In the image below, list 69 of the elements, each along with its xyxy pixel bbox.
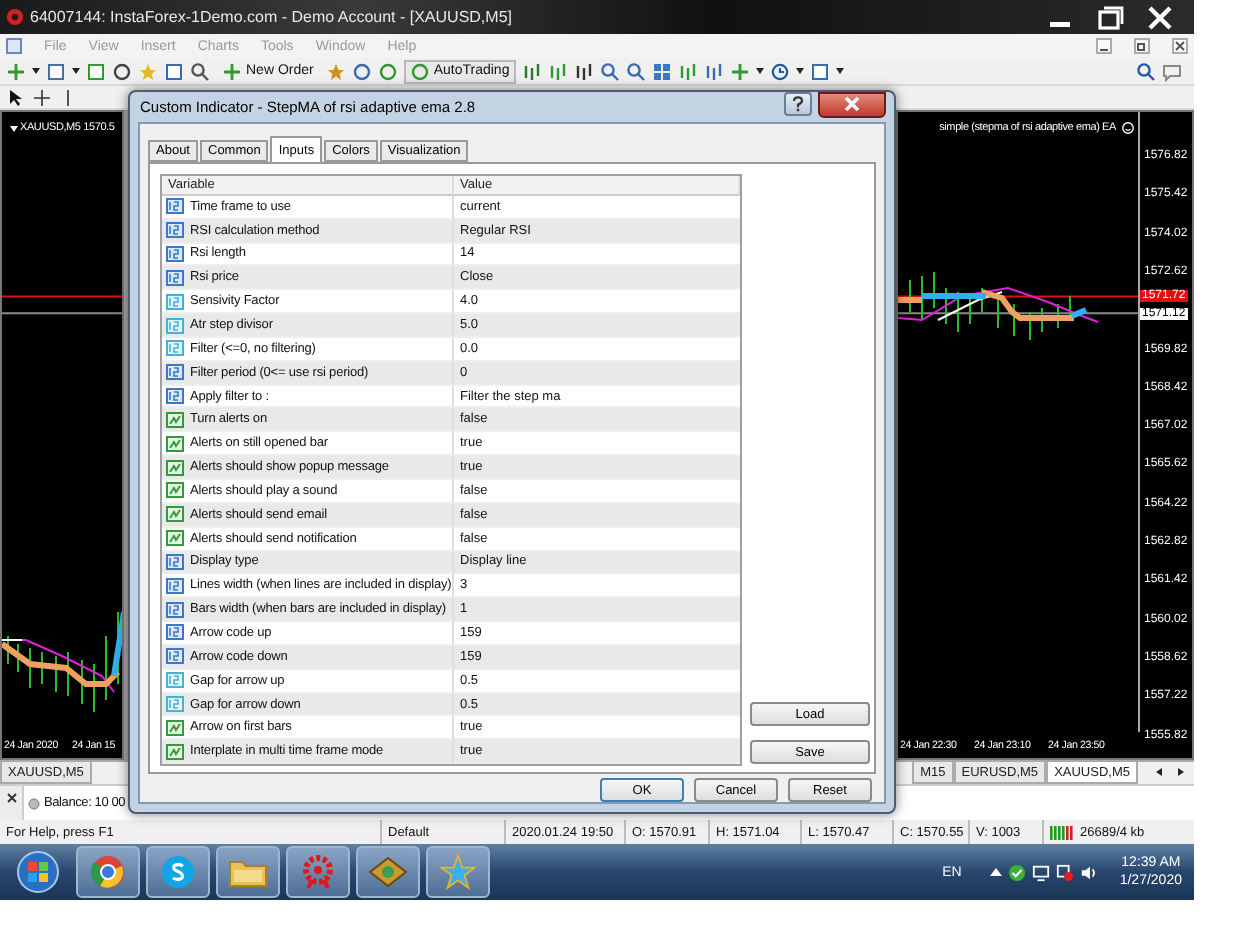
smiley-icon <box>1122 122 1134 134</box>
start-icon[interactable] <box>16 850 60 894</box>
help-button[interactable] <box>784 92 812 116</box>
number-type-icon <box>166 696 184 712</box>
scroll-right-icon[interactable] <box>1176 762 1186 782</box>
browser-icon[interactable] <box>90 854 126 890</box>
number-type-icon <box>166 553 184 570</box>
caret-icon <box>795 68 804 74</box>
close-icon <box>844 96 860 112</box>
search-icon[interactable] <box>1136 61 1156 81</box>
number-type-icon <box>166 269 184 286</box>
scroll-left-icon[interactable] <box>1154 762 1164 782</box>
number-type-icon <box>166 222 184 239</box>
number-type-icon <box>166 388 184 405</box>
caret-icon <box>32 68 40 74</box>
number-type-icon <box>166 340 184 357</box>
zoom-in-icon[interactable] <box>599 61 620 81</box>
coin-icon <box>28 797 40 809</box>
number-type-icon <box>166 364 184 381</box>
document-icon[interactable] <box>6 38 22 54</box>
number-type-icon <box>166 648 184 665</box>
star-icon[interactable] <box>138 61 158 81</box>
zoom-out-icon[interactable] <box>625 61 646 81</box>
close-button[interactable] <box>818 91 886 117</box>
number-type-icon <box>166 624 184 641</box>
toggle-type-icon <box>166 743 184 760</box>
number-type-icon <box>166 317 184 333</box>
tile-icon[interactable] <box>651 61 672 81</box>
star-app-icon[interactable] <box>440 854 476 890</box>
speaker-icon[interactable] <box>1079 863 1098 881</box>
number-type-icon <box>166 245 184 262</box>
toggle-type-icon <box>166 719 184 736</box>
folder-icon[interactable] <box>228 856 268 888</box>
toggle-type-icon <box>166 411 184 428</box>
shield-check-icon[interactable] <box>1007 863 1026 881</box>
monitor-icon[interactable] <box>1031 863 1050 881</box>
app-logo-icon <box>6 8 24 26</box>
plus-icon[interactable] <box>222 61 242 81</box>
close-icon[interactable] <box>5 791 17 803</box>
restore-icon[interactable] <box>1134 38 1150 54</box>
chat-icon[interactable] <box>1162 61 1182 81</box>
toggle-type-icon <box>166 459 184 476</box>
dropdown-icon[interactable] <box>10 126 18 132</box>
number-type-icon <box>166 293 184 310</box>
price-level-line <box>2 312 122 315</box>
help-icon <box>792 96 804 112</box>
chat-app-icon[interactable] <box>160 854 196 890</box>
toggle-type-icon <box>166 482 184 499</box>
diamond-app-icon[interactable] <box>368 856 408 888</box>
price-level-line <box>2 295 122 298</box>
caret-icon <box>72 68 80 74</box>
clock-icon[interactable] <box>769 61 790 81</box>
close-icon[interactable] <box>1172 38 1188 54</box>
caret-icon <box>835 68 844 74</box>
caret-icon <box>755 68 764 74</box>
toggle-type-icon <box>166 435 184 452</box>
toggle-type-icon <box>166 530 184 547</box>
number-type-icon <box>166 672 184 689</box>
number-type-icon <box>166 577 184 594</box>
connection-bars-icon <box>1050 825 1076 839</box>
bar-chart-icon[interactable] <box>521 61 542 81</box>
tray-expand-icon[interactable] <box>989 866 1002 878</box>
window-title: 64007144: InstaForex-1Demo.com - Demo Account - [XAUUSD,M5] <box>30 8 514 26</box>
number-type-icon <box>166 601 184 618</box>
network-error-icon[interactable] <box>1055 863 1074 881</box>
cursor-icon[interactable] <box>6 87 26 107</box>
minimize-icon[interactable] <box>1096 38 1112 54</box>
toggle-type-icon <box>166 506 184 523</box>
number-type-icon <box>166 198 184 215</box>
